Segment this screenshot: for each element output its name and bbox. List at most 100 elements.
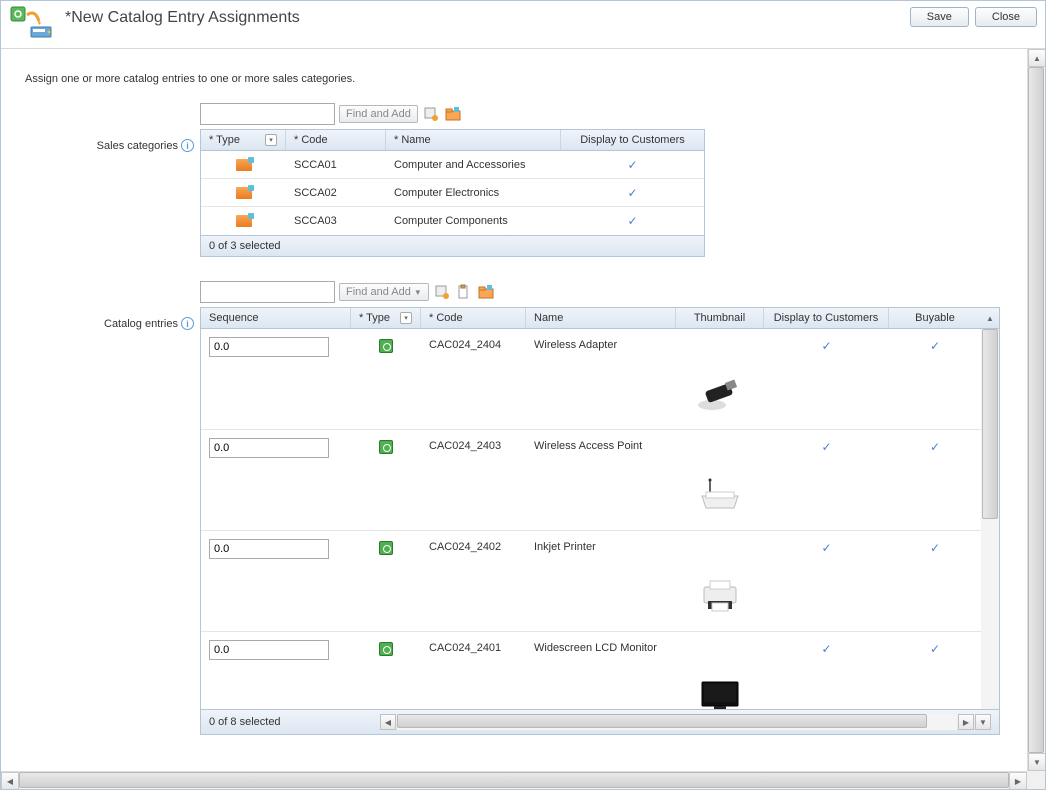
name-cell: Computer Components [386,211,561,231]
categories-body: Find and Add * Type▾ * Code * Name [200,103,705,257]
check-icon: ✓ [930,541,940,555]
buyable-cell: ✓ [889,329,981,357]
table-row[interactable]: CAC024_2402Inkjet Printer✓✓ [201,531,981,632]
code-cell: SCCA01 [286,155,386,175]
name-cell: Computer Electronics [386,183,561,203]
code-cell: CAC024_2404 [421,329,526,355]
type-cell [351,430,421,458]
entries-hscroll-thumb[interactable] [397,714,927,728]
buyable-cell: ✓ [889,430,981,458]
col-type[interactable]: * Type▾ [201,130,286,150]
title-bar: *New Catalog Entry Assignments Save Clos… [1,1,1045,49]
table-row[interactable]: CAC024_2403Wireless Access Point ✓ ✓ [201,430,981,531]
thumbnail-image [690,672,750,709]
categories-label: Sales categories [97,140,178,152]
save-button[interactable]: Save [910,7,969,27]
scroll-down-button[interactable]: ▼ [1028,753,1045,771]
table-row[interactable]: SCCA01Computer and Accessories✓ [201,151,704,179]
table-row[interactable]: CAC024_2401Widescreen LCD Monitor✓✓ [201,632,981,709]
code-cell: CAC024_2403 [421,430,526,456]
categories-find-button[interactable]: Find and Add [339,105,418,123]
scroll-left-button[interactable]: ◀ [1,772,19,789]
sort-icon: ▾ [400,312,412,324]
categories-grid: * Type▾ * Code * Name Display to Custome… [200,129,705,257]
entries-find-button[interactable]: Find and Add▼ [339,283,429,301]
display-cell: ✓ [764,430,889,458]
display-cell: ✓ [561,154,704,176]
type-cell [201,211,286,231]
close-button[interactable]: Close [975,7,1037,27]
categories-search-input[interactable] [200,103,335,125]
info-icon[interactable]: i [181,139,194,152]
col-sequence[interactable]: Sequence [201,308,351,328]
col-display[interactable]: Display to Customers [764,308,889,328]
scroll-thumb[interactable] [1028,67,1044,753]
page-title: *New Catalog Entry Assignments [65,5,910,27]
entries-hscroll-left[interactable]: ◀ [380,714,396,730]
name-cell: Computer and Accessories [386,155,561,175]
display-cell: ✓ [764,531,889,559]
sequence-input[interactable] [209,438,329,458]
category-icon [236,187,252,199]
table-row[interactable]: SCCA03Computer Components✓ [201,207,704,235]
categories-grid-body: SCCA01Computer and Accessories✓SCCA02Com… [201,151,704,235]
sequence-cell [201,632,351,664]
add-new-icon[interactable] [433,283,451,301]
entries-scroll-up[interactable]: ▲ [981,308,999,329]
entries-hscroll-right[interactable]: ▶ [958,714,974,730]
add-new-icon[interactable] [422,105,440,123]
categories-grid-header: * Type▾ * Code * Name Display to Custome… [201,130,704,151]
table-row[interactable]: CAC024_2404Wireless Adapter✓✓ [201,329,981,430]
categories-section: Sales categories i Find and Add [25,103,1003,257]
buyable-cell: ✓ [889,632,981,660]
categories-label-wrap: Sales categories i [25,103,200,152]
display-cell: ✓ [561,210,704,232]
table-row[interactable]: SCCA02Computer Electronics✓ [201,179,704,207]
window: *New Catalog Entry Assignments Save Clos… [0,0,1046,790]
sequence-input[interactable] [209,640,329,660]
scroll-thumb[interactable] [19,772,1009,788]
sort-icon: ▾ [265,134,277,146]
info-icon[interactable]: i [181,317,194,330]
product-icon [379,440,393,454]
type-cell [201,155,286,175]
col-code[interactable]: * Code [286,130,386,150]
name-cell: Wireless Access Point [526,430,676,456]
col-type[interactable]: * Type▾ [351,308,421,328]
title-buttons: Save Close [910,5,1037,27]
entries-scroll-thumb[interactable] [982,329,998,519]
col-display[interactable]: Display to Customers [561,130,704,150]
entries-grid-header: Sequence * Type▾ * Code Name Thumbnail D… [201,308,981,329]
browse-icon[interactable] [477,283,495,301]
entries-grid-body: CAC024_2404Wireless Adapter✓✓CAC024_2403… [201,329,981,709]
check-icon: ✓ [821,440,831,454]
sequence-input[interactable] [209,539,329,559]
scroll-right-button[interactable]: ▶ [1009,772,1027,789]
sequence-cell [201,430,351,462]
col-name[interactable]: * Name [386,130,561,150]
thumbnail-image [690,571,750,621]
entries-label-wrap: Catalog entries i [25,281,200,330]
entries-search-input[interactable] [200,281,335,303]
scroll-up-button[interactable]: ▲ [1028,49,1045,67]
col-code[interactable]: * Code [421,308,526,328]
entries-scroll-down[interactable]: ▼ [975,714,991,730]
name-cell: Widescreen LCD Monitor [526,632,676,658]
entries-grid-wrap: Sequence * Type▾ * Code Name Thumbnail D… [200,307,1000,735]
entries-scrollbar[interactable] [981,329,999,709]
entries-label: Catalog entries [104,318,178,330]
paste-icon[interactable] [455,283,473,301]
main-hscroll[interactable]: ◀ ▶ [1,771,1027,789]
type-cell [351,632,421,660]
col-name[interactable]: Name [526,308,676,328]
browse-icon[interactable] [444,105,462,123]
check-icon: ✓ [930,642,940,656]
col-buyable[interactable]: Buyable [889,308,981,328]
category-icon [236,159,252,171]
display-cell: ✓ [561,182,704,204]
thumbnail-image [690,470,750,520]
sequence-input[interactable] [209,337,329,357]
main-vscroll[interactable]: ▲ ▼ [1027,49,1045,771]
col-thumbnail[interactable]: Thumbnail [676,308,764,328]
product-icon [379,541,393,555]
